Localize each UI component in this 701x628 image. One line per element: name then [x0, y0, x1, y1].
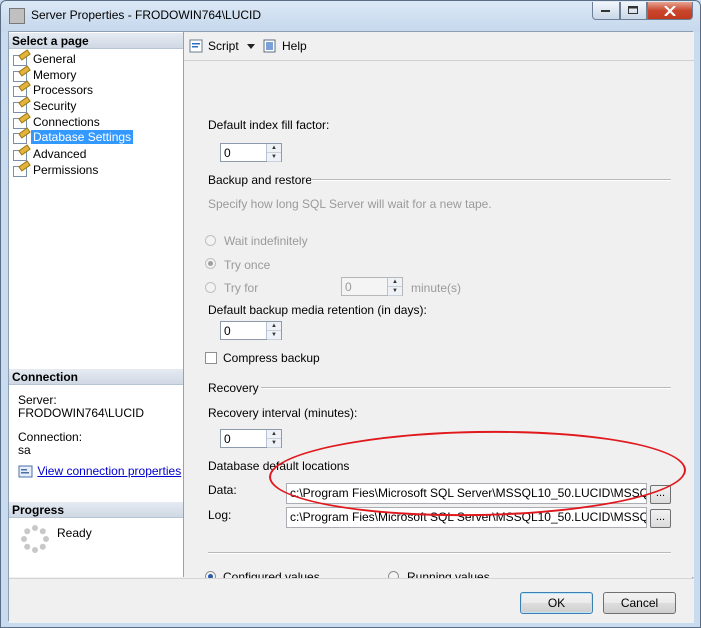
- close-icon: [664, 5, 676, 16]
- page-item-security[interactable]: Security: [13, 98, 78, 114]
- spin-up-icon[interactable]: ▲: [267, 144, 281, 153]
- wait-indefinitely-label: Wait indefinitely: [224, 234, 308, 248]
- dialog-client: Select a page General Memory Processors …: [8, 31, 694, 623]
- page-icon: [13, 131, 27, 144]
- spin-down-icon[interactable]: ▼: [267, 153, 281, 162]
- spin-down-icon[interactable]: ▼: [388, 287, 402, 296]
- page-icon: [13, 164, 27, 177]
- select-page-header: Select a page: [9, 33, 183, 49]
- page-item-permissions[interactable]: Permissions: [13, 162, 100, 178]
- try-once-radio[interactable]: [205, 258, 216, 269]
- script-icon: [189, 39, 203, 53]
- log-browse-button[interactable]: ...: [650, 509, 671, 528]
- spin-up-icon[interactable]: ▲: [267, 322, 281, 331]
- title-bar[interactable]: Server Properties - FRODOWIN764\LUCID: [1, 1, 700, 31]
- page-item-memory[interactable]: Memory: [13, 67, 78, 83]
- connection-header: Connection: [9, 369, 183, 385]
- minimize-icon: [601, 9, 610, 12]
- divider: [208, 552, 671, 554]
- try-for-label: Try for: [224, 281, 259, 295]
- backup-hint: Specify how long SQL Server will wait fo…: [208, 197, 492, 211]
- retention-spinner[interactable]: 0 ▲ ▼: [220, 321, 282, 340]
- window-title: Server Properties - FRODOWIN764\LUCID: [31, 8, 262, 22]
- page-item-database-settings[interactable]: Database Settings: [13, 129, 134, 145]
- maximize-button[interactable]: [620, 2, 647, 20]
- app-icon: [9, 8, 25, 24]
- try-for-radio[interactable]: [205, 282, 216, 293]
- spinner-arrows[interactable]: ▲ ▼: [266, 144, 281, 162]
- spinner-arrows[interactable]: ▲ ▼: [266, 430, 281, 448]
- page-icon: [13, 84, 27, 97]
- spinner-arrows[interactable]: ▲ ▼: [266, 322, 281, 340]
- progress-spinner-icon: [21, 525, 49, 553]
- view-connection-link[interactable]: View connection properties: [37, 464, 181, 478]
- help-button[interactable]: Help: [263, 38, 307, 54]
- help-icon: [263, 39, 276, 53]
- compress-backup-label: Compress backup: [223, 351, 320, 365]
- spin-down-icon[interactable]: ▼: [267, 439, 281, 448]
- cancel-button[interactable]: Cancel: [603, 592, 676, 614]
- spinner-arrows[interactable]: ▲ ▼: [387, 278, 402, 296]
- page-icon: [13, 116, 27, 129]
- page-icon: [13, 53, 27, 66]
- script-dropdown-button[interactable]: [247, 38, 255, 54]
- fill-factor-label: Default index fill factor:: [208, 118, 330, 132]
- fill-factor-spinner[interactable]: 0 ▲ ▼: [220, 143, 282, 162]
- spin-up-icon[interactable]: ▲: [388, 278, 402, 287]
- progress-status: Ready: [57, 526, 92, 540]
- toolbar: Script Help: [184, 32, 694, 61]
- view-connection-properties[interactable]: View connection properties: [18, 464, 181, 479]
- page-icon: [13, 148, 27, 161]
- page-item-general[interactable]: General: [13, 51, 78, 67]
- progress-spinner: [20, 524, 50, 557]
- wait-indefinitely-radio[interactable]: [205, 235, 216, 246]
- connection-label: Connection:: [18, 430, 83, 444]
- page-item-processors[interactable]: Processors: [13, 82, 95, 98]
- progress-header: Progress: [9, 502, 183, 518]
- button-bar: OK Cancel: [9, 578, 694, 623]
- page-item-advanced[interactable]: Advanced: [13, 146, 88, 162]
- server-label: Server:: [18, 393, 57, 407]
- connection-value: sa: [18, 443, 31, 457]
- divider: [311, 179, 671, 181]
- data-label: Data:: [208, 483, 237, 497]
- log-label: Log:: [208, 508, 232, 522]
- try-once-label: Try once: [224, 258, 271, 272]
- server-value: FRODOWIN764\LUCID: [18, 406, 145, 420]
- close-button[interactable]: [647, 2, 693, 20]
- left-pane: Select a page General Memory Processors …: [9, 32, 184, 577]
- page-icon: [13, 69, 27, 82]
- spin-down-icon[interactable]: ▼: [267, 331, 281, 340]
- recovery-group-label: Recovery: [208, 381, 259, 395]
- ok-button[interactable]: OK: [520, 592, 593, 614]
- properties-icon: [18, 465, 33, 478]
- chevron-down-icon: [247, 43, 255, 49]
- recovery-interval-spinner[interactable]: 0 ▲ ▼: [220, 429, 282, 448]
- maximize-icon: [628, 6, 638, 14]
- divider: [261, 387, 671, 389]
- backup-restore-group-label: Backup and restore: [208, 173, 313, 187]
- try-for-minutes-spinner[interactable]: 0 ▲ ▼: [341, 277, 403, 296]
- recovery-interval-label: Recovery interval (minutes):: [208, 406, 358, 420]
- compress-backup-checkbox[interactable]: [205, 352, 217, 364]
- minutes-label: minute(s): [411, 281, 462, 295]
- minimize-button[interactable]: [592, 2, 620, 20]
- page-icon: [13, 100, 27, 113]
- retention-label: Default backup media retention (in days)…: [208, 303, 427, 317]
- spin-up-icon[interactable]: ▲: [267, 430, 281, 439]
- server-properties-window: Server Properties - FRODOWIN764\LUCID Se…: [0, 0, 701, 628]
- script-button[interactable]: Script: [189, 38, 239, 54]
